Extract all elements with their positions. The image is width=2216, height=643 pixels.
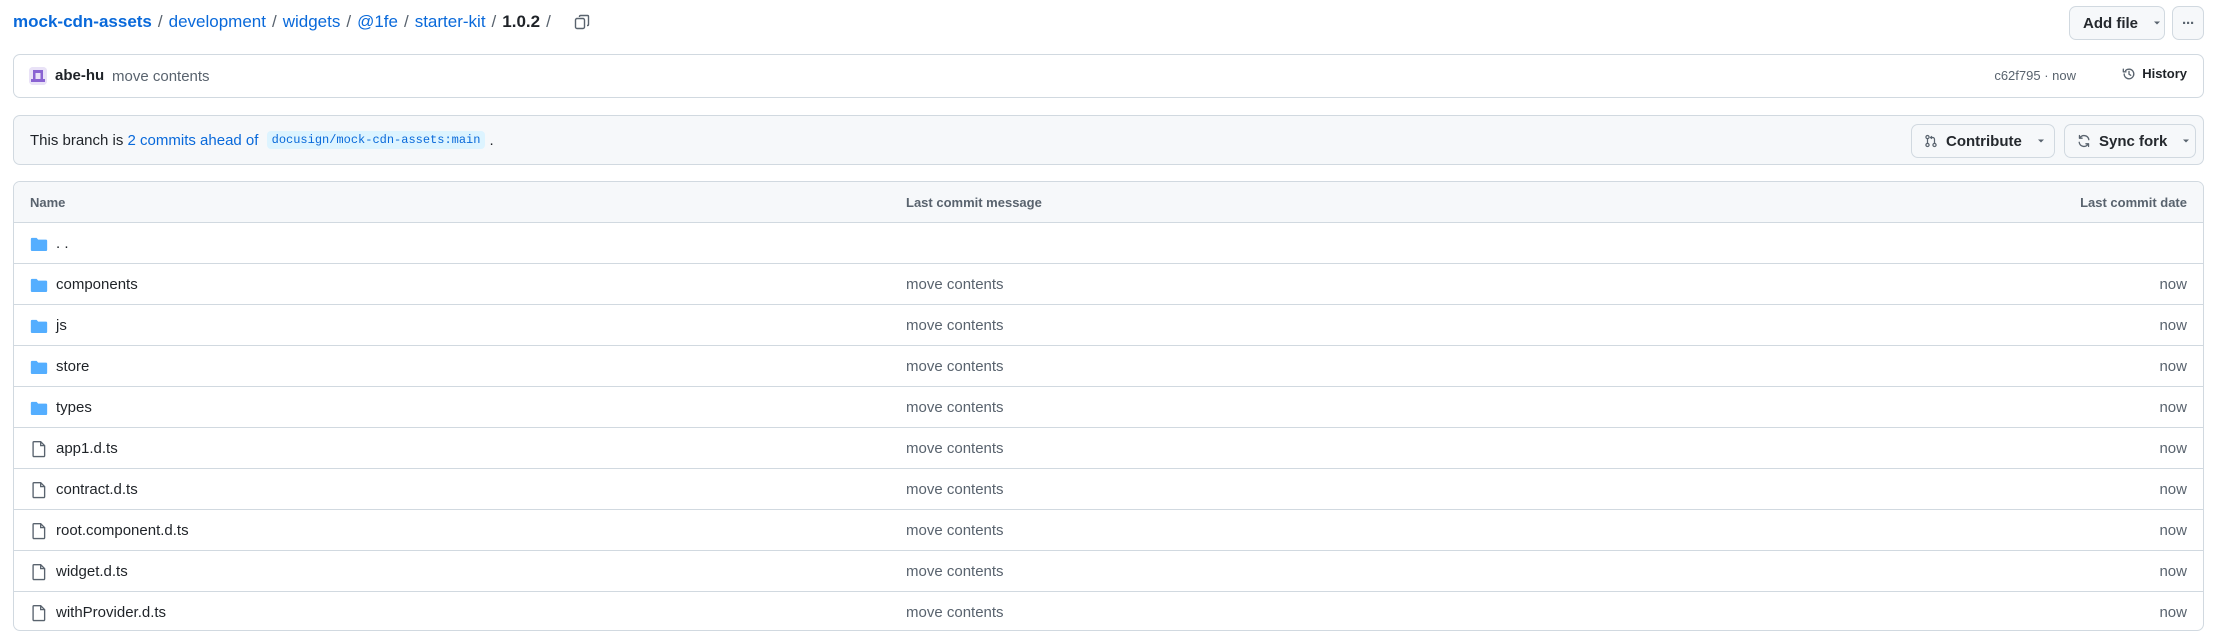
contribute-label: Contribute [1946,132,2022,150]
git-pull-request-icon [1925,134,1937,148]
add-file-label: Add file [2083,14,2138,32]
copy-icon [574,14,590,30]
table-row[interactable]: store move contents now [14,346,2203,387]
contribute-button[interactable]: Contribute [1911,124,2055,158]
commit-message-link[interactable]: move contents [906,440,1004,457]
commit-message-link[interactable]: move contents [906,563,1004,580]
branch-status-text: This branch is 2 commits ahead of docusi… [30,131,494,149]
file-table: Name Last commit message Last commit dat… [13,181,2204,631]
commit-date: now [2159,481,2187,498]
table-row[interactable]: withProvider.d.ts move contents now [14,592,2203,630]
branch-status-bar: This branch is 2 commits ahead of docusi… [13,115,2204,165]
commit-message-link[interactable]: move contents [112,68,210,85]
commits-ahead-link[interactable]: 2 commits ahead of [128,132,259,149]
more-options-button[interactable]: ··· [2172,6,2204,40]
commit-date: now [2159,399,2187,416]
kebab-horizontal-icon: ··· [2182,14,2195,32]
table-row[interactable]: root.component.d.ts move contents now [14,510,2203,551]
history-label: History [2142,66,2187,81]
breadcrumb-separator: / [346,12,352,31]
file-icon [32,523,46,540]
history-button[interactable]: History [2122,66,2187,81]
commit-author-link[interactable]: abe-hu [55,67,104,84]
file-table-header: Name Last commit message Last commit dat… [14,182,2203,223]
file-name-link[interactable]: widget.d.ts [56,563,128,580]
commit-date: now [2159,317,2187,334]
breadcrumb-repo-link[interactable]: mock-cdn-assets [13,12,152,32]
latest-commit-bar: abe-hu move contents c62f795 · now Histo… [13,54,2204,98]
file-name-link[interactable]: store [56,358,89,375]
commit-message-link[interactable]: move contents [906,399,1004,416]
commit-date: now [2159,440,2187,457]
breadcrumb-link-starter-kit[interactable]: starter-kit [415,12,486,32]
avatar-image [29,67,47,85]
commit-date: now [2159,604,2187,621]
table-row[interactable]: contract.d.ts move contents now [14,469,2203,510]
chevron-down-icon [2183,139,2190,143]
breadcrumb-link-development[interactable]: development [169,12,266,32]
breadcrumb-separator: / [403,12,409,31]
table-row[interactable]: app1.d.ts move contents now [14,428,2203,469]
commit-hash-time[interactable]: c62f795 · now [1994,68,2076,83]
column-header-last-commit-message: Last commit message [906,195,1042,210]
branch-status-suffix: . [489,131,494,149]
upstream-ref-link[interactable]: docusign/mock-cdn-assets:main [266,131,486,149]
file-name-link[interactable]: root.component.d.ts [56,522,189,539]
commit-message-link[interactable]: move contents [906,481,1004,498]
breadcrumb-separator: / [271,12,277,31]
column-header-last-commit-date: Last commit date [2080,195,2187,210]
folder-icon [30,319,48,334]
column-header-name: Name [30,195,66,210]
folder-icon [30,278,48,293]
branch-status-prefix: This branch is [30,131,128,149]
commit-message-link[interactable]: move contents [906,522,1004,539]
add-file-button[interactable]: Add file [2069,6,2165,40]
commit-message-link[interactable]: move contents [906,317,1004,334]
folder-icon [30,401,48,416]
commit-date: now [2159,563,2187,580]
breadcrumb-separator: / [491,12,497,31]
commit-date: now [2159,522,2187,539]
breadcrumb-separator: / [157,12,163,31]
file-name-link[interactable]: types [56,399,92,416]
commit-message-link[interactable]: move contents [906,276,1004,293]
commit-message-link[interactable]: move contents [906,358,1004,375]
file-name-link[interactable]: withProvider.d.ts [56,604,166,621]
breadcrumb-current: 1.0.2 [502,12,541,31]
breadcrumb-link-1fe[interactable]: @1fe [357,12,398,32]
history-icon [2122,68,2135,79]
sync-icon [2078,134,2090,148]
file-icon [32,605,46,622]
parent-directory-row[interactable]: . . [14,223,2203,264]
file-icon [32,482,46,499]
file-table-body: . . components move contents now js move cont… [14,223,2203,630]
file-name-link[interactable]: components [56,276,138,293]
avatar[interactable] [29,67,47,85]
breadcrumb-link-widgets[interactable]: widgets [283,12,341,32]
commit-message-link[interactable]: move contents [906,604,1004,621]
sync-fork-label: Sync fork [2099,132,2168,150]
table-row[interactable]: widget.d.ts move contents now [14,551,2203,592]
file-icon [32,564,46,581]
table-row[interactable]: components move contents now [14,264,2203,305]
file-name-link[interactable]: contract.d.ts [56,481,138,498]
file-name-link[interactable]: js [56,317,67,334]
breadcrumb: mock-cdn-assets / development / widgets … [13,8,593,36]
file-icon [32,441,46,458]
chevron-down-icon [2154,21,2160,25]
chevron-down-icon [2037,139,2044,143]
sync-fork-button[interactable]: Sync fork [2064,124,2196,158]
commit-date: now [2159,358,2187,375]
file-name-link[interactable]: app1.d.ts [56,440,118,457]
breadcrumb-separator: / [546,12,551,31]
table-row[interactable]: js move contents now [14,305,2203,346]
table-row[interactable]: types move contents now [14,387,2203,428]
folder-icon [30,237,48,252]
copy-path-button[interactable] [571,11,593,33]
commit-date: now [2159,276,2187,293]
folder-icon [30,360,48,375]
file-name-link[interactable]: . . [56,235,69,252]
